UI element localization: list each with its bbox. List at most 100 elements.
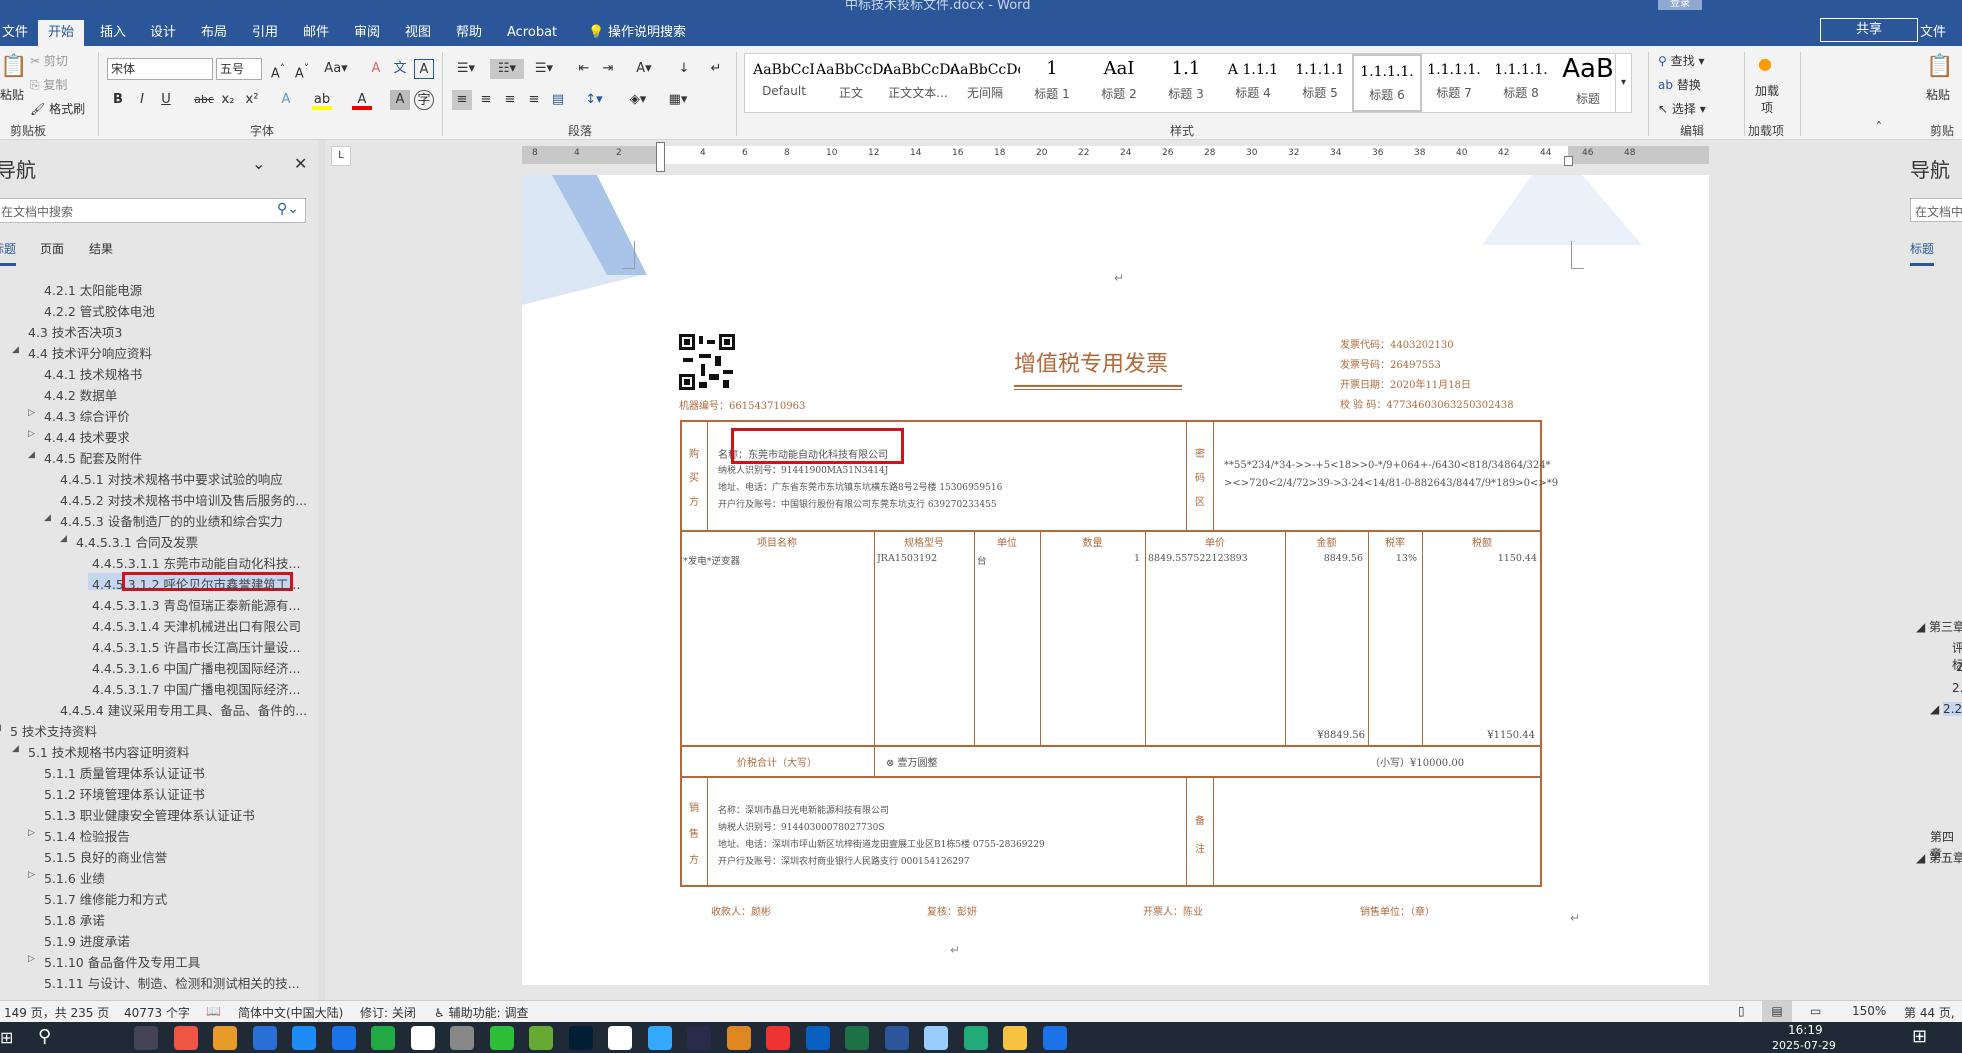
nav-options-chevron-icon[interactable]: ⌄ bbox=[252, 154, 265, 173]
style-item[interactable]: AaI 标题 2 bbox=[1084, 54, 1154, 112]
show-marks-icon[interactable]: ↵ bbox=[706, 59, 726, 79]
style-item[interactable]: 1 标题 1 bbox=[1017, 54, 1087, 112]
style-item[interactable]: AaBbCcDdI 正文文本... bbox=[883, 54, 953, 112]
clock-date[interactable]: 2025-07-29 bbox=[1772, 1039, 1836, 1052]
taskbar-app-icon[interactable] bbox=[410, 1026, 435, 1050]
tab-layout[interactable]: 布局 bbox=[191, 20, 237, 46]
read-mode-icon[interactable]: ▯ bbox=[1738, 1004, 1745, 1018]
taskbar-app-icon[interactable] bbox=[924, 1026, 948, 1050]
print-layout-icon[interactable]: ▤ bbox=[1762, 1001, 1792, 1022]
collapse-ribbon-icon[interactable]: ˄ bbox=[1876, 120, 1882, 134]
search-icon[interactable]: ⚲⌄ bbox=[277, 201, 299, 217]
find-button[interactable]: ⚲ 查找 ▾ bbox=[1658, 52, 1704, 69]
style-item[interactable]: 1.1.1.1 标题 5 bbox=[1285, 54, 1355, 112]
nav-item-right[interactable]: ◢ 2.2 bbox=[1930, 702, 1962, 716]
nav-item-right[interactable]: ◢ 第三章 bbox=[1916, 618, 1962, 635]
paste-icon[interactable]: 📋 bbox=[0, 54, 27, 79]
nav-item[interactable]: 5.1.8 承诺 bbox=[0, 908, 318, 928]
nav-item[interactable]: 5.1.9 进度承诺 bbox=[0, 929, 318, 949]
style-item[interactable]: 1.1 标题 3 bbox=[1151, 54, 1221, 112]
expanded-triangle-icon[interactable]: ◢ bbox=[28, 450, 35, 460]
line-spacing-icon[interactable]: ↕▾ bbox=[580, 90, 608, 110]
grow-font-icon[interactable]: A˄ bbox=[268, 59, 288, 81]
align-center-icon[interactable]: ≡ bbox=[476, 90, 496, 110]
nav-item[interactable]: 4.4.5.3.1.7 中国广播电视国际经济... bbox=[0, 677, 318, 697]
taskbar-app-icon[interactable] bbox=[687, 1026, 711, 1050]
expanded-triangle-icon[interactable]: ◢ bbox=[60, 534, 67, 544]
font-color-icon[interactable]: A bbox=[352, 90, 372, 110]
nav-item[interactable]: 4.2.1 太阳能电源 bbox=[0, 278, 318, 298]
enclose-char-icon[interactable]: 字 bbox=[414, 90, 434, 110]
zoom-level[interactable]: 150% bbox=[1852, 1004, 1886, 1018]
font-name-select[interactable]: 宋体 bbox=[107, 58, 213, 80]
bullets-icon[interactable]: ☰▾ bbox=[452, 59, 480, 79]
nav-item[interactable]: 4.4.5.3.1.5 许昌市长江高压计量设... bbox=[0, 635, 318, 655]
taskbar-app-icon[interactable] bbox=[1003, 1026, 1027, 1050]
nav-search-input-right[interactable]: 在文档中 bbox=[1910, 198, 1962, 222]
taskbar-app-icon[interactable] bbox=[647, 1026, 672, 1050]
style-item[interactable]: AaBbCcI Default bbox=[749, 54, 819, 112]
language[interactable]: 简体中文(中国大陆) bbox=[238, 1004, 343, 1021]
shrink-font-icon[interactable]: A˅ bbox=[292, 59, 312, 81]
nav-item[interactable]: 4.3 技术否决项3 bbox=[0, 320, 318, 340]
increase-indent-icon[interactable]: ⇥ bbox=[598, 59, 618, 79]
clock-time[interactable]: 16:19 bbox=[1788, 1023, 1823, 1037]
sort-icon[interactable]: ↓ bbox=[674, 59, 694, 79]
borders-icon[interactable]: ▦▾ bbox=[664, 90, 692, 110]
taskbar-app-icon[interactable] bbox=[608, 1026, 632, 1050]
nav-item[interactable]: 5.1.2 环境管理体系认证证书 bbox=[0, 782, 318, 802]
right-indent-marker[interactable] bbox=[1564, 156, 1573, 166]
distributed-icon[interactable]: ▤ bbox=[548, 90, 568, 110]
proofing-icon[interactable]: 📖 bbox=[206, 1004, 221, 1018]
search-icon[interactable]: ⚲ bbox=[38, 1026, 51, 1047]
expanded-triangle-icon[interactable]: ◢ bbox=[0, 723, 1, 733]
char-shading-icon[interactable]: A bbox=[390, 90, 410, 110]
taskbar-app-icon[interactable] bbox=[766, 1026, 790, 1050]
nav-item[interactable]: ▷ 5.1.10 备品备件及专用工具 bbox=[0, 950, 318, 970]
nav-item[interactable]: ▷ 5.1.4 检验报告 bbox=[0, 824, 318, 844]
nav-item[interactable]: 4.4.5.3.1.4 天津机械进出口有限公司 bbox=[0, 614, 318, 634]
nav-item[interactable]: 4.4.5.3.1.3 青岛恒瑞正泰新能源有... bbox=[0, 593, 318, 613]
share-button[interactable]: 共享 bbox=[1820, 18, 1918, 42]
highlight-icon[interactable]: ab bbox=[312, 90, 332, 110]
nav-item[interactable]: ◢ 5.1 技术规格书内容证明资料 bbox=[0, 740, 318, 760]
nav-search-input[interactable]: 在文档中搜索 ⚲⌄ bbox=[0, 198, 306, 223]
style-item[interactable]: AaBbCcDdI 正文 bbox=[816, 54, 886, 112]
accessibility-status[interactable]: ♿ 辅助功能: 调查 bbox=[434, 1004, 528, 1021]
web-layout-icon[interactable]: ▭ bbox=[1810, 1004, 1821, 1018]
tab-mailings[interactable]: 邮件 bbox=[293, 20, 339, 46]
style-item[interactable]: 1.1.1.1. 标题 7 bbox=[1419, 54, 1489, 112]
paste-icon-right[interactable]: 📋 bbox=[1926, 54, 1953, 79]
style-item[interactable]: 1.1.1.1. 标题 8 bbox=[1486, 54, 1556, 112]
nav-scrollbar[interactable] bbox=[318, 140, 325, 1000]
strikethrough-icon[interactable]: abc bbox=[194, 90, 214, 110]
addins-button[interactable]: 加载项 bbox=[1754, 82, 1780, 116]
tab-file-right[interactable]: 文件 bbox=[1910, 20, 1956, 46]
taskbar-app-icon[interactable] bbox=[529, 1026, 553, 1050]
tab-design[interactable]: 设计 bbox=[140, 20, 186, 46]
nav-item[interactable]: ◢ 4.4.5.3.1 合同及发票 bbox=[0, 530, 318, 550]
signin-button[interactable]: 登录 bbox=[1658, 0, 1702, 10]
taskbar-app-icon[interactable] bbox=[252, 1026, 277, 1050]
underline-icon[interactable]: U bbox=[156, 90, 176, 110]
collapsed-triangle-icon[interactable]: ▷ bbox=[28, 429, 35, 439]
nav-item[interactable]: ▷ 4.4.4 技术要求 bbox=[0, 425, 318, 445]
word-count[interactable]: 40773 个字 bbox=[124, 1004, 190, 1021]
tab-view[interactable]: 视图 bbox=[395, 20, 441, 46]
nav-item[interactable]: 4.4.2 数据单 bbox=[0, 383, 318, 403]
taskbar-app-icon[interactable] bbox=[292, 1026, 316, 1050]
track-changes[interactable]: 修订: 关闭 bbox=[360, 1004, 416, 1021]
page-count[interactable]: 149 页，共 235 页 bbox=[4, 1004, 109, 1021]
numbering-icon[interactable]: ☷▾ bbox=[490, 59, 524, 79]
format-painter-button[interactable]: 🖌 格式刷 bbox=[30, 100, 85, 117]
copy-button[interactable]: ⎘ 复制 bbox=[30, 76, 67, 93]
tab-references[interactable]: 引用 bbox=[242, 20, 288, 46]
tab-acrobat[interactable]: Acrobat bbox=[497, 20, 567, 46]
nav-item[interactable]: ◢ 4.4.5 配套及附件 bbox=[0, 446, 318, 466]
nav-item[interactable]: 4.4.5.2 对技术规格书中培训及售后服务的... bbox=[0, 488, 318, 508]
style-item[interactable]: 1.1.1.1. 标题 6 bbox=[1352, 54, 1422, 112]
nav-tab-pages[interactable]: 页面 bbox=[40, 240, 64, 257]
nav-item[interactable]: 4.4.5.3.1.6 中国广播电视国际经济... bbox=[0, 656, 318, 676]
taskbar-app-icon[interactable] bbox=[489, 1026, 514, 1050]
taskbar-app-icon[interactable] bbox=[173, 1026, 198, 1050]
